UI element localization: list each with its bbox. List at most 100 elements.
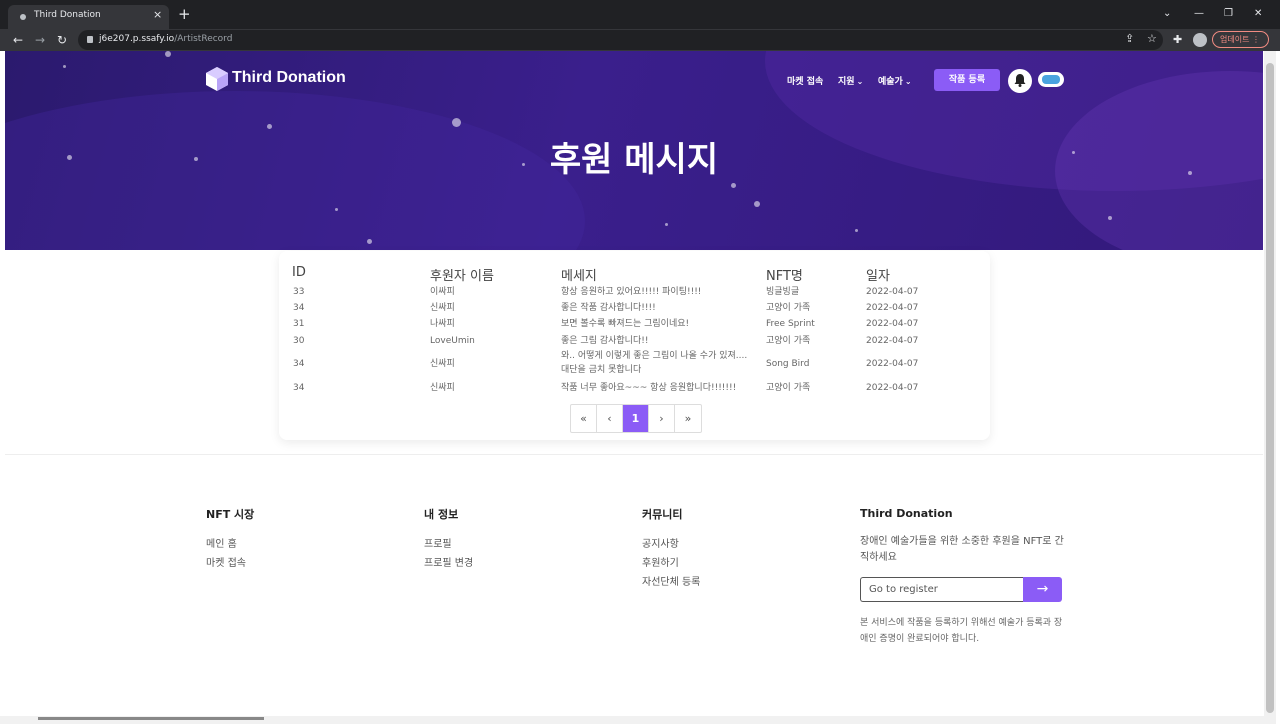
footer-link-notice[interactable]: 공지사항 bbox=[642, 535, 679, 550]
restore-icon[interactable]: ❐ bbox=[1224, 7, 1233, 21]
table-cell-name: LoveUmin bbox=[430, 336, 475, 346]
browser-tab[interactable]: Third Donation × bbox=[8, 5, 169, 29]
table-cell-name: 이싸피 bbox=[430, 287, 455, 297]
update-button[interactable]: 업데이트 ⋮ bbox=[1212, 31, 1269, 48]
star-dot bbox=[731, 183, 736, 188]
footer-title-third-donation: Third Donation bbox=[860, 507, 953, 520]
footer-description: 장애인 예술가들을 위한 소중한 후원을 NFT로 간직하세요 bbox=[860, 536, 1064, 563]
footer-link-market[interactable]: 마켓 접속 bbox=[206, 554, 246, 569]
column-header-id: ID bbox=[292, 265, 306, 280]
table-cell-message: 좋은 작품 감사합니다!!!! bbox=[561, 303, 656, 313]
brand-name: Third Donation bbox=[232, 69, 346, 86]
star-dot bbox=[754, 201, 760, 207]
footer-link-charity-register[interactable]: 자선단체 등록 bbox=[642, 573, 700, 588]
favicon-icon bbox=[20, 14, 26, 20]
footer-link-main-home[interactable]: 메인 홈 bbox=[206, 535, 237, 550]
table-cell-date: 2022-04-07 bbox=[866, 303, 919, 313]
register-input[interactable] bbox=[860, 577, 1024, 602]
table-cell-id: 34 bbox=[293, 303, 305, 313]
extensions-icon[interactable]: ✚ bbox=[1173, 33, 1182, 47]
avatar-image bbox=[1042, 75, 1060, 84]
column-header-date: 일자 bbox=[866, 269, 890, 284]
page-title: 후원 메시지 bbox=[549, 140, 719, 180]
vertical-scrollbar[interactable] bbox=[1264, 51, 1276, 724]
star-dot bbox=[267, 124, 272, 129]
table-cell-date: 2022-04-07 bbox=[866, 383, 919, 393]
logo-icon bbox=[206, 67, 228, 91]
table-cell-nft: Free Sprint bbox=[766, 319, 815, 329]
footer-link-donate[interactable]: 후원하기 bbox=[642, 554, 679, 569]
bell-icon bbox=[1014, 74, 1026, 87]
table-cell-message: 와.. 어떻게 이렇게 좋은 그림이 나올 수가 있져.... 대단을 금치 못… bbox=[561, 351, 748, 375]
nav-support[interactable]: 지원 ⌄ bbox=[838, 74, 863, 87]
footer-link-profile-edit[interactable]: 프로필 변경 bbox=[424, 554, 473, 569]
register-form: → bbox=[860, 577, 1062, 602]
star-dot bbox=[1108, 216, 1112, 220]
next-page-button[interactable]: › bbox=[649, 405, 675, 432]
chevron-down-icon: ⌄ bbox=[856, 77, 864, 86]
address-bar: ← → ↻ j6e207.p.ssafy.io/ArtistRecord ⇪ ☆… bbox=[0, 29, 1280, 51]
first-page-button[interactable]: « bbox=[571, 405, 597, 432]
nav-artist[interactable]: 예술가 ⌄ bbox=[878, 74, 912, 87]
table-cell-id: 34 bbox=[293, 359, 305, 369]
horizontal-scrollbar[interactable] bbox=[0, 716, 1264, 724]
star-dot bbox=[63, 65, 66, 68]
back-icon[interactable]: ← bbox=[13, 32, 23, 48]
star-dot bbox=[335, 208, 338, 211]
scrollbar-thumb[interactable] bbox=[1266, 63, 1274, 713]
table-cell-message: 좋은 그림 감사합니다!! bbox=[561, 336, 649, 346]
table-cell-nft: 고양이 가족 bbox=[766, 303, 811, 313]
pagination: « ‹ 1 › » bbox=[570, 404, 702, 433]
url-field[interactable]: j6e207.p.ssafy.io/ArtistRecord ⇪ ☆ bbox=[78, 30, 1163, 50]
user-avatar[interactable] bbox=[1038, 72, 1064, 87]
table-cell-nft: 고양이 가족 bbox=[766, 383, 811, 393]
table-cell-nft: Song Bird bbox=[766, 359, 810, 369]
last-page-button[interactable]: » bbox=[675, 405, 701, 432]
tab-search-icon[interactable]: ⌄ bbox=[1163, 7, 1171, 21]
prev-page-button[interactable]: ‹ bbox=[597, 405, 623, 432]
footer-title-community: 커뮤니티 bbox=[642, 508, 683, 521]
forward-icon[interactable]: → bbox=[35, 32, 45, 48]
tab-title: Third Donation bbox=[34, 10, 101, 20]
bookmark-star-icon[interactable]: ☆ bbox=[1147, 32, 1157, 46]
table-cell-name: 신싸피 bbox=[430, 383, 455, 393]
footer-note: 본 서비스에 작품을 등록하기 위해선 예술가 등록과 장애인 증명이 완료되어… bbox=[860, 618, 1063, 644]
footer-title-my-info: 내 정보 bbox=[424, 508, 459, 521]
notification-button[interactable] bbox=[1008, 69, 1032, 93]
footer-link-profile[interactable]: 프로필 bbox=[424, 535, 452, 550]
column-header-message: 메세지 bbox=[561, 269, 597, 284]
tab-close-icon[interactable]: × bbox=[153, 8, 162, 21]
share-icon[interactable]: ⇪ bbox=[1125, 32, 1134, 46]
page-1-button[interactable]: 1 bbox=[623, 405, 649, 432]
new-tab-button[interactable]: + bbox=[178, 6, 191, 22]
table-cell-message: 작품 너무 좋아요~~~ 항상 응원합니다!!!!!!! bbox=[561, 383, 737, 393]
table-cell-id: 30 bbox=[293, 336, 305, 346]
table-cell-id: 31 bbox=[293, 319, 305, 329]
reload-icon[interactable]: ↻ bbox=[57, 32, 67, 48]
star-dot bbox=[367, 239, 372, 244]
table-cell-date: 2022-04-07 bbox=[866, 336, 919, 346]
table-cell-nft: 고양이 가족 bbox=[766, 336, 811, 346]
table-cell-name: 신싸피 bbox=[430, 303, 455, 313]
star-dot bbox=[855, 229, 858, 232]
table-cell-id: 33 bbox=[293, 287, 305, 297]
table-cell-date: 2022-04-07 bbox=[866, 287, 919, 297]
profile-avatar-icon[interactable] bbox=[1193, 33, 1207, 47]
browser-tab-bar: Third Donation × + ⌄ — ❐ ✕ bbox=[0, 0, 1280, 29]
arrow-right-icon[interactable]: → bbox=[1023, 577, 1062, 602]
star-dot bbox=[452, 118, 461, 127]
footer-divider bbox=[5, 454, 1263, 455]
horizontal-scrollbar-thumb[interactable] bbox=[38, 717, 264, 720]
column-header-nft-name: NFT명 bbox=[766, 269, 803, 284]
table-cell-nft: 빙글빙글 bbox=[766, 287, 800, 297]
close-window-icon[interactable]: ✕ bbox=[1254, 7, 1262, 21]
table-cell-message: 항상 응원하고 있어요!!!!! 파이팅!!!! bbox=[561, 287, 702, 297]
nav-market[interactable]: 마켓 접속 bbox=[787, 74, 823, 87]
table-cell-date: 2022-04-07 bbox=[866, 319, 919, 329]
table-cell-message: 보면 볼수록 빠져드는 그림이네요! bbox=[561, 319, 690, 329]
chevron-down-icon: ⌄ bbox=[904, 77, 912, 86]
lock-icon bbox=[87, 36, 93, 43]
url-text: j6e207.p.ssafy.io/ArtistRecord bbox=[99, 34, 233, 44]
minimize-icon[interactable]: — bbox=[1194, 7, 1204, 21]
register-artwork-button[interactable]: 작품 등록 bbox=[934, 69, 1000, 91]
